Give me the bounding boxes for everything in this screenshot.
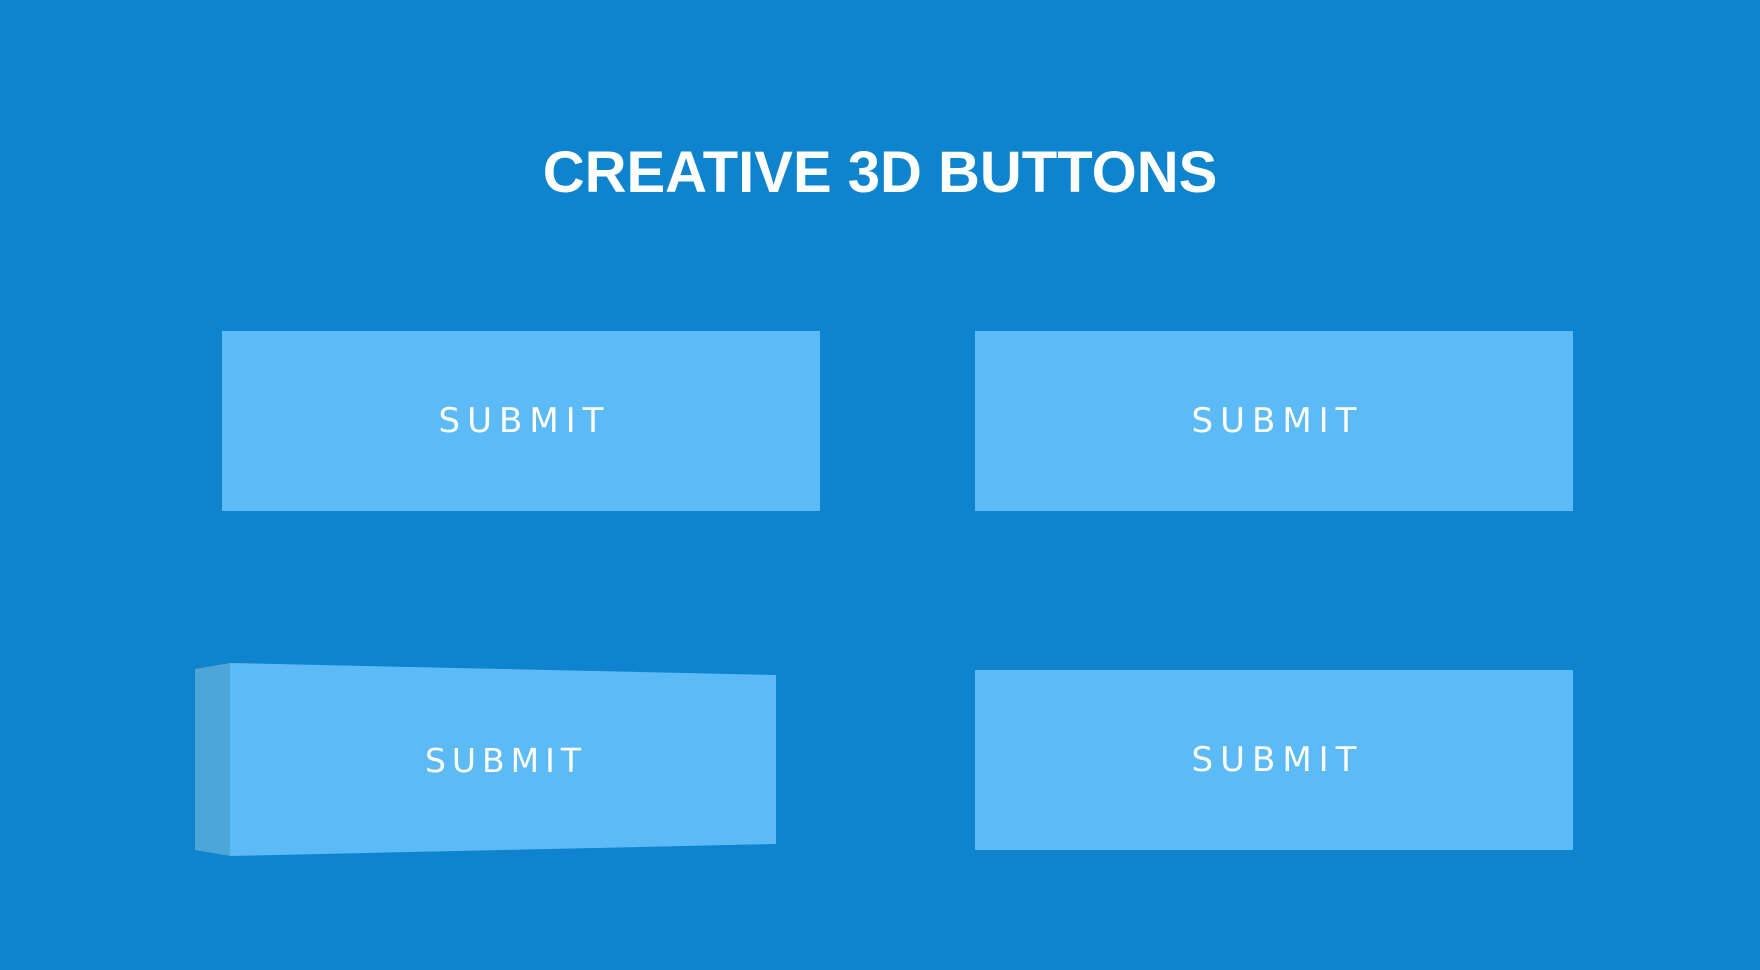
submit-button-2[interactable]: SUBMIT bbox=[975, 331, 1573, 511]
submit-button-label: SUBMIT bbox=[438, 401, 611, 441]
submit-button-4[interactable]: SUBMIT bbox=[975, 670, 1573, 850]
submit-button-3d[interactable]: SUBMIT bbox=[195, 662, 776, 858]
submit-button-label: SUBMIT bbox=[1191, 740, 1364, 780]
page: CREATIVE 3D BUTTONS SUBMIT SUBMIT SUBMIT… bbox=[0, 0, 1760, 970]
submit-button-3d-side bbox=[195, 663, 230, 856]
page-title: CREATIVE 3D BUTTONS bbox=[542, 140, 1218, 205]
submit-button-label: SUBMIT bbox=[424, 740, 588, 780]
submit-button-1[interactable]: SUBMIT bbox=[222, 331, 820, 511]
submit-button-label: SUBMIT bbox=[1191, 401, 1364, 441]
